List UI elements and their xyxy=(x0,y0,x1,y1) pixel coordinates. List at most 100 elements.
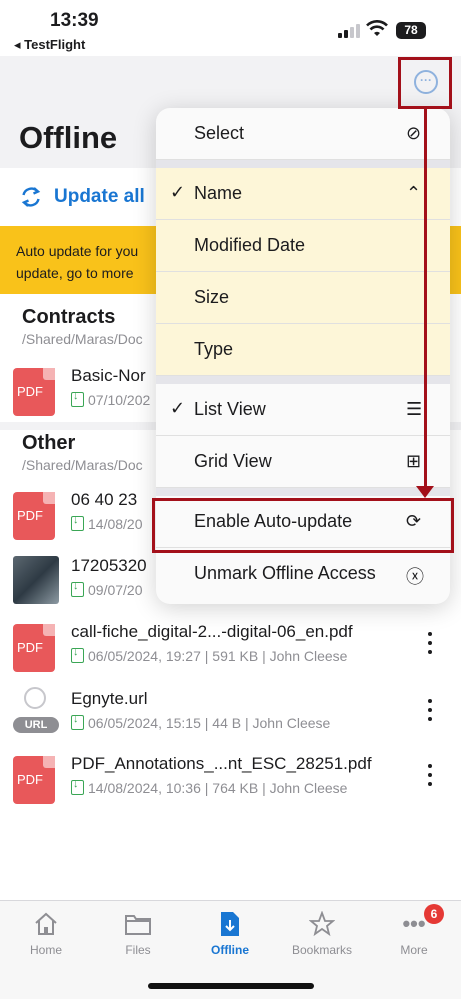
downloaded-icon xyxy=(71,646,84,663)
menu-separator xyxy=(156,160,450,168)
file-meta: 14/08/2024, 10:36 | 764 KB | John Cleese xyxy=(71,778,348,796)
grid-view-icon: ⊞ xyxy=(406,451,422,471)
url-icon: URL xyxy=(13,685,59,737)
pdf-label: PDF xyxy=(17,640,43,655)
tab-label: Bookmarks xyxy=(291,943,353,957)
section-title: Contracts xyxy=(22,306,116,328)
more-dots-icon: ••• xyxy=(402,911,426,936)
tab-label: Home xyxy=(29,943,62,957)
tab-bookmarks[interactable]: Bookmarks xyxy=(276,909,368,957)
pdf-label: PDF xyxy=(17,508,43,523)
tab-more[interactable]: ••• More xyxy=(368,909,460,957)
downloaded-icon xyxy=(71,514,84,531)
refresh-icon xyxy=(21,187,41,207)
menu-item-label: Size xyxy=(194,287,230,307)
file-options-icon[interactable] xyxy=(424,632,436,658)
status-bar: 13:39 ◂ TestFlight 78 xyxy=(0,0,461,56)
file-row[interactable]: PDF PDF_Annotations_...nt_ESC_28251.pdf … xyxy=(0,750,461,814)
menu-separator xyxy=(156,488,450,496)
file-meta: 07/10/202 xyxy=(71,390,151,408)
downloaded-icon xyxy=(71,390,84,407)
menu-item-label: Grid View xyxy=(194,451,272,471)
checkmark-circle-icon: ⊘ xyxy=(406,123,422,143)
chevron-up-icon: ⌃ xyxy=(406,183,422,203)
star-icon xyxy=(309,911,335,937)
file-name: call-fiche_digital-2...-digital-06_en.pd… xyxy=(71,622,353,641)
menu-separator xyxy=(156,376,450,384)
close-circle-icon: ⓧ xyxy=(406,567,424,587)
menu-item-list-view[interactable]: ✓ List View ☰ xyxy=(156,384,450,436)
menu-item-grid-view[interactable]: Grid View ⊞ xyxy=(156,436,450,488)
photo-thumbnail xyxy=(13,556,59,604)
tab-label: Files xyxy=(125,943,151,957)
file-options-icon[interactable] xyxy=(424,764,436,790)
file-meta-text: 09/07/20 xyxy=(88,582,143,598)
battery-indicator: 78 xyxy=(396,22,426,39)
pdf-icon: PDF xyxy=(13,756,55,804)
file-row[interactable]: PDF call-fiche_digital-2...-digital-06_e… xyxy=(0,618,461,682)
pdf-icon: PDF xyxy=(13,492,55,540)
file-meta-text: 07/10/202 xyxy=(88,392,151,408)
tab-label: Offline xyxy=(211,943,249,957)
menu-item-label: Name xyxy=(194,183,243,203)
tab-files[interactable]: Files xyxy=(92,909,184,957)
downloaded-icon xyxy=(71,778,84,795)
section-path: /Shared/Maras/Doc xyxy=(22,331,143,347)
cellular-signal-icon xyxy=(338,24,362,38)
tab-offline[interactable]: Offline xyxy=(184,909,276,957)
pdf-label: PDF xyxy=(17,384,43,399)
globe-icon xyxy=(24,687,46,709)
offline-doc-icon xyxy=(221,912,239,936)
menu-item-sort-type[interactable]: Type xyxy=(156,324,450,376)
file-meta: 09/07/20 xyxy=(71,580,143,598)
downloaded-icon xyxy=(71,713,84,730)
checkmark-icon: ✓ xyxy=(170,182,186,202)
page-title: Offline xyxy=(19,120,118,155)
url-label: URL xyxy=(13,717,59,733)
tab-label: More xyxy=(400,943,428,957)
menu-item-select[interactable]: Select ⊘ xyxy=(156,108,450,160)
checkmark-icon: ✓ xyxy=(170,398,186,418)
menu-item-sort-modified[interactable]: Modified Date xyxy=(156,220,450,272)
pdf-label: PDF xyxy=(17,772,43,787)
status-time: 13:39 xyxy=(50,10,99,31)
back-to-app-link[interactable]: ◂ TestFlight xyxy=(14,37,85,53)
list-view-icon: ☰ xyxy=(406,399,423,419)
folder-icon xyxy=(125,915,151,935)
file-options-icon[interactable] xyxy=(424,699,436,725)
file-name: PDF_Annotations_...nt_ESC_28251.pdf xyxy=(71,754,372,773)
file-meta: 14/08/20 xyxy=(71,514,143,532)
file-meta-text: 14/08/20 xyxy=(88,516,143,532)
file-meta-text: 06/05/2024, 15:15 | 44 B | John Cleese xyxy=(88,715,331,731)
home-indicator[interactable] xyxy=(148,983,314,989)
update-all-button[interactable]: Update all xyxy=(54,186,145,208)
pdf-icon: PDF xyxy=(13,624,55,672)
menu-item-sort-size[interactable]: Size xyxy=(156,272,450,324)
menu-item-sort-name[interactable]: ✓ Name ⌃ xyxy=(156,168,450,220)
file-meta-text: 06/05/2024, 19:27 | 591 KB | John Cleese xyxy=(88,648,348,664)
menu-item-label: Modified Date xyxy=(194,235,306,255)
section-title: Other xyxy=(22,432,76,454)
section-path: /Shared/Maras/Doc xyxy=(22,457,143,473)
menu-item-label: List View xyxy=(194,399,266,419)
menu-item-unmark-offline[interactable]: Unmark Offline Access ⓧ xyxy=(156,548,450,600)
file-name: 06 40 23 xyxy=(71,490,138,509)
annotation-arrow-head xyxy=(416,486,434,498)
file-name: Egnyte.url xyxy=(71,689,148,708)
annotation-box-auto-update xyxy=(152,498,454,553)
menu-item-label: Select xyxy=(194,123,245,143)
file-row[interactable]: URL Egnyte.url 06/05/2024, 15:15 | 44 B … xyxy=(0,685,461,749)
file-name: Basic-Nor xyxy=(71,366,146,385)
file-meta: 06/05/2024, 19:27 | 591 KB | John Cleese xyxy=(71,646,348,664)
home-icon xyxy=(35,912,57,935)
menu-item-label: Unmark Offline Access xyxy=(194,563,376,583)
annotation-box-more xyxy=(398,57,452,109)
file-meta-text: 14/08/2024, 10:36 | 764 KB | John Cleese xyxy=(88,780,348,796)
wifi-icon xyxy=(366,20,388,36)
downloaded-icon xyxy=(71,580,84,597)
menu-item-label: Type xyxy=(194,339,234,359)
file-meta: 06/05/2024, 15:15 | 44 B | John Cleese xyxy=(71,713,331,731)
pdf-icon: PDF xyxy=(13,368,55,416)
tab-home[interactable]: Home xyxy=(0,909,92,957)
file-name: 17205320 xyxy=(71,556,147,575)
